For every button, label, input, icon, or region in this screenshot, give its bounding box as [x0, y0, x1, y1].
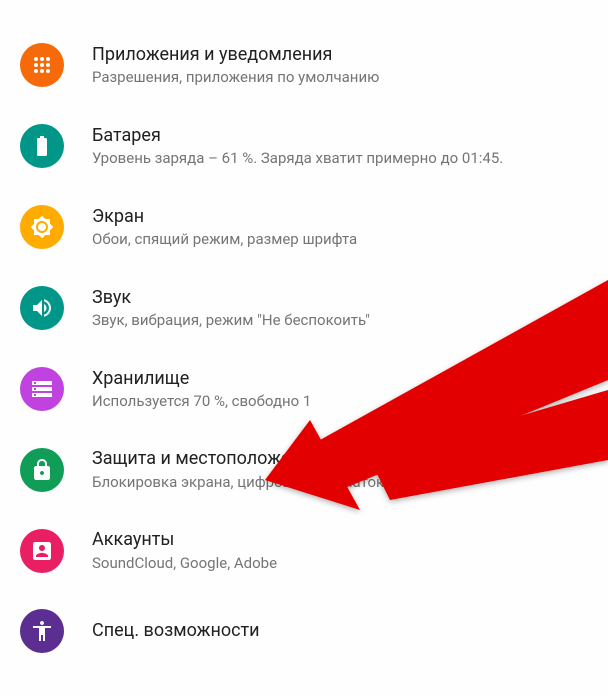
settings-item-display[interactable]: Экран Обои, спящий режим, размер шрифта	[0, 187, 608, 268]
item-title: Батарея	[92, 124, 503, 147]
account-icon	[20, 529, 64, 573]
item-title: Аккаунты	[92, 528, 277, 551]
settings-item-apps[interactable]: Приложения и уведомления Разрешения, при…	[0, 25, 608, 106]
settings-item-accounts[interactable]: Аккаунты SoundCloud, Google, Adobe	[0, 510, 608, 591]
item-subtitle: Уровень заряда – 61 %. Заряда хватит при…	[92, 149, 503, 169]
item-subtitle: Используется 70 %, свободно 1	[92, 392, 311, 412]
item-title: Приложения и уведомления	[92, 43, 379, 66]
accessibility-icon	[20, 609, 64, 653]
volume-icon	[20, 286, 64, 330]
settings-item-accessibility[interactable]: Спец. возможности	[0, 591, 608, 671]
item-text: Спец. возможности	[92, 619, 260, 644]
item-subtitle: Обои, спящий режим, размер шрифта	[92, 230, 357, 250]
battery-icon	[20, 124, 64, 168]
apps-icon	[20, 43, 64, 87]
item-text: Хранилище Используется 70 %, свободно 1	[92, 367, 311, 412]
settings-list: Приложения и уведомления Разрешения, при…	[0, 0, 608, 671]
settings-item-battery[interactable]: Батарея Уровень заряда – 61 %. Заряда хв…	[0, 106, 608, 187]
item-text: Экран Обои, спящий режим, размер шрифта	[92, 205, 357, 250]
settings-item-sound[interactable]: Звук Звук, вибрация, режим "Не беспокоит…	[0, 268, 608, 349]
item-text: Батарея Уровень заряда – 61 %. Заряда хв…	[92, 124, 503, 169]
item-title: Защита и местоположение	[92, 447, 384, 470]
item-title: Спец. возможности	[92, 619, 260, 642]
item-subtitle: Блокировка экрана, цифровой отпечаток	[92, 473, 384, 493]
item-text: Приложения и уведомления Разрешения, при…	[92, 43, 379, 88]
storage-icon	[20, 367, 64, 411]
item-subtitle: Звук, вибрация, режим "Не беспокоить"	[92, 311, 370, 331]
item-title: Хранилище	[92, 367, 311, 390]
item-title: Экран	[92, 205, 357, 228]
settings-item-security[interactable]: Защита и местоположение Блокировка экран…	[0, 429, 608, 510]
item-text: Защита и местоположение Блокировка экран…	[92, 447, 384, 492]
item-text: Аккаунты SoundCloud, Google, Adobe	[92, 528, 277, 573]
item-subtitle: SoundCloud, Google, Adobe	[92, 554, 277, 574]
item-title: Звук	[92, 286, 370, 309]
item-subtitle: Разрешения, приложения по умолчанию	[92, 68, 379, 88]
settings-item-storage[interactable]: Хранилище Используется 70 %, свободно 1	[0, 349, 608, 430]
item-text: Звук Звук, вибрация, режим "Не беспокоит…	[92, 286, 370, 331]
lock-icon	[20, 448, 64, 492]
brightness-icon	[20, 205, 64, 249]
